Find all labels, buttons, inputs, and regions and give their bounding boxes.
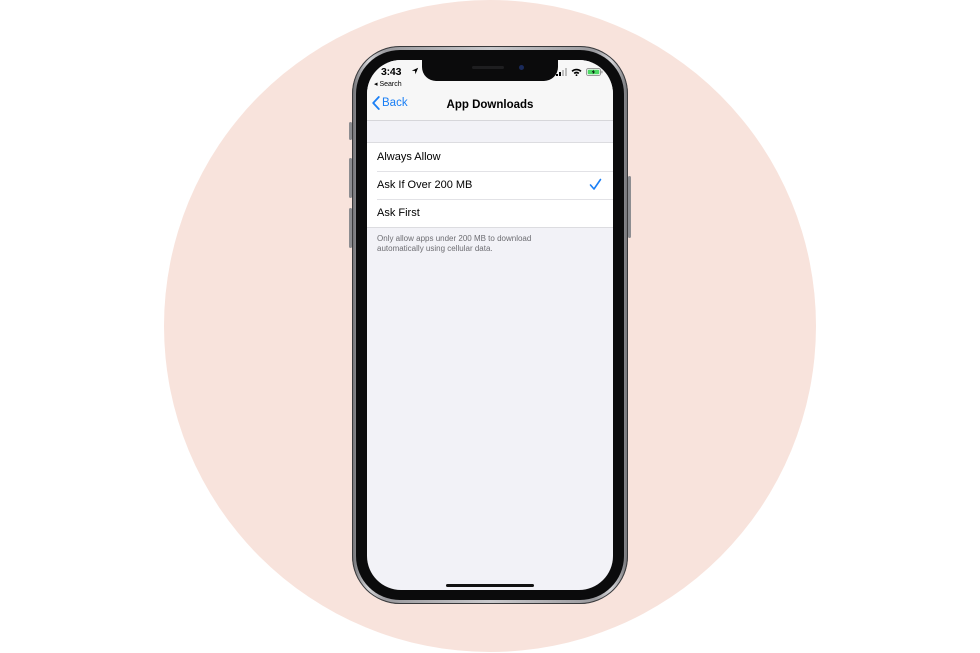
camera-notch [422,60,558,81]
checkmark-icon [589,178,602,190]
page-title: App Downloads [446,99,534,111]
status-indicators [556,67,603,77]
option-ask-first[interactable]: Ask First [367,199,613,227]
option-label: Always Allow [377,151,441,163]
option-always-allow[interactable]: Always Allow [367,143,613,171]
options-footnote: Only allow apps under 200 MB to download… [377,234,532,253]
front-camera [519,65,524,70]
back-to-app-link[interactable]: ◂ Search [374,80,402,88]
home-indicator[interactable] [446,584,534,587]
location-arrow-icon [411,67,419,75]
battery-charging-icon [586,68,603,76]
navigation-bar: Back App Downloads [367,92,613,121]
option-label: Ask If Over 200 MB [377,179,473,191]
stage: 3:43 ◂ Search Back App Downloads Always … [0,0,980,653]
earpiece-speaker [472,66,504,69]
option-ask-if-over-200mb[interactable]: Ask If Over 200 MB [367,171,613,199]
power-button [628,176,631,238]
phone-screen: 3:43 ◂ Search Back App Downloads Always … [367,60,613,590]
status-time: 3:43 [381,66,402,78]
download-options-list: Always Allow Ask If Over 200 MB Ask Firs… [367,142,613,228]
option-label: Ask First [377,207,420,219]
wifi-icon [571,68,582,76]
